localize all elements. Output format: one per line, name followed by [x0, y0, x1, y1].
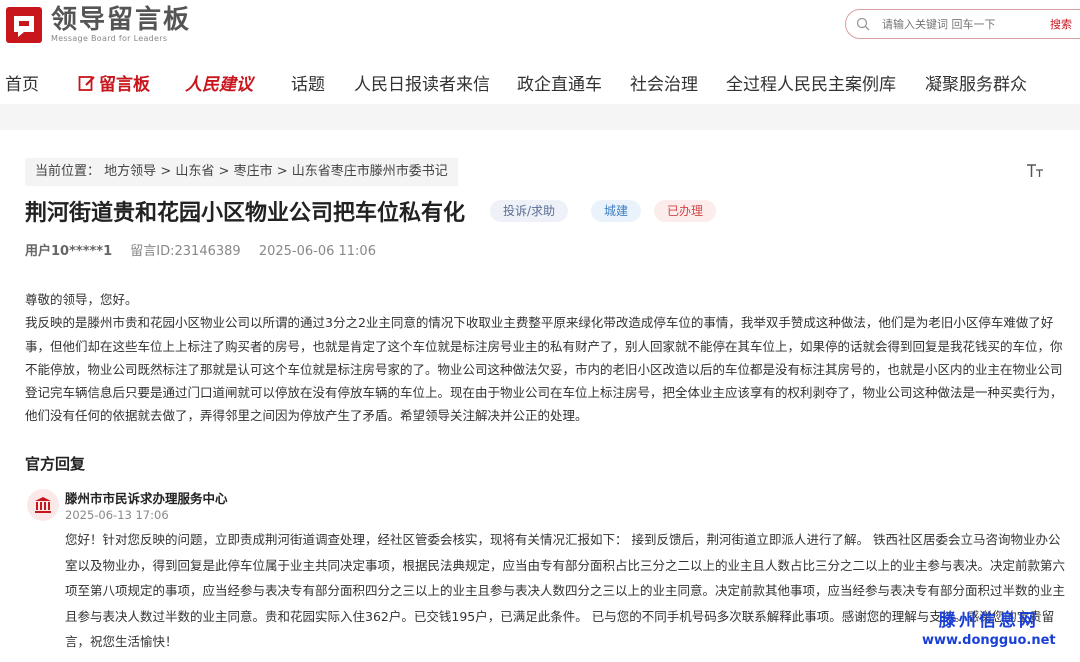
government-building-icon: [35, 497, 51, 513]
nav-item-democracy-cases[interactable]: 全过程人民民主案例库: [726, 70, 896, 95]
site-watermark: 滕州信息网 www.dongguo.net: [922, 610, 1056, 650]
search-input[interactable]: [880, 16, 1044, 32]
nav-item-reader-letters[interactable]: 人民日报读者来信: [354, 70, 490, 95]
reply-content: 您好！针对您反映的问题，立即责成荆河街道调查处理，经社区管委会核实，现将有关情况…: [65, 532, 1066, 649]
logo-title: 领导留言板: [51, 5, 192, 35]
reply-date: 2025-06-13 17:06: [65, 508, 169, 522]
breadcrumb-separator: >: [160, 164, 172, 179]
logo-subtitle: Message Board for Leaders: [51, 34, 168, 43]
logo-icon: [6, 7, 42, 43]
status-badge: 已办理: [654, 200, 717, 222]
nav-item-gov-enterprise[interactable]: 政企直通车: [517, 70, 602, 95]
logo-text: 领导留言板 Message Board for Leaders: [51, 6, 191, 44]
site-header: 领导留言板 Message Board for Leaders 搜索: [0, 0, 1080, 55]
message-date: 2025-06-06 11:06: [258, 244, 376, 259]
edit-icon: [78, 76, 95, 91]
breadcrumb-item[interactable]: 山东省: [175, 164, 214, 179]
message-greeting: 尊敬的领导，您好。: [25, 292, 138, 307]
nav-item-message-board[interactable]: 留言板: [78, 70, 150, 95]
message-meta: 用户10*****1 留言ID:23146389 2025-06-06 11:0…: [25, 240, 376, 259]
main-nav: 首页 留言板 人民建议 话题 人民日报读者来信 政企直通车 社会治理 全过程人民…: [0, 58, 1080, 104]
breadcrumb: 当前位置： 地方领导 > 山东省 > 枣庄市 > 山东省枣庄市滕州市委书记: [25, 158, 458, 186]
field-tag[interactable]: 城建: [591, 200, 642, 222]
search-button[interactable]: 搜索: [1050, 16, 1072, 32]
message-title: 荆河街道贵和花园小区物业公司把车位私有化: [25, 201, 466, 226]
search-box: 搜索: [845, 9, 1080, 39]
message-id: 留言ID:23146389: [130, 244, 241, 259]
category-tag[interactable]: 投诉/求助: [490, 200, 569, 222]
breadcrumb-separator: >: [218, 164, 230, 179]
nav-item-people-suggestion[interactable]: 人民建议: [185, 70, 253, 95]
reply-department: 滕州市市民诉求办理服务中心: [65, 491, 228, 506]
font-size-icon[interactable]: [1026, 163, 1044, 183]
message-content: 我反映的是滕州市贵和花园小区物业公司以所谓的通过3分之2业主同意的情况下收取业主…: [25, 315, 1063, 424]
search-icon: [856, 17, 870, 31]
section-divider: [0, 104, 1080, 130]
watermark-url: www.dongguo.net: [922, 633, 1056, 648]
watermark-name: 滕州信息网: [938, 611, 1039, 631]
breadcrumb-item[interactable]: 地方领导: [104, 164, 156, 179]
breadcrumb-item[interactable]: 山东省枣庄市滕州市委书记: [292, 164, 448, 179]
message-user: 用户10*****1: [25, 244, 113, 259]
breadcrumb-prefix: 当前位置：: [35, 164, 101, 179]
nav-item-topics[interactable]: 话题: [291, 70, 325, 95]
nav-item-label: 留言板: [99, 75, 150, 95]
site-logo[interactable]: 领导留言板 Message Board for Leaders: [5, 6, 191, 44]
nav-item-social-governance[interactable]: 社会治理: [630, 70, 698, 95]
breadcrumb-separator: >: [276, 164, 288, 179]
breadcrumb-item[interactable]: 枣庄市: [234, 164, 273, 179]
nav-item-serve-people[interactable]: 凝聚服务群众: [925, 70, 1027, 95]
department-avatar: [27, 489, 59, 521]
nav-item-home[interactable]: 首页: [5, 70, 39, 95]
message-body: 尊敬的领导，您好。 我反映的是滕州市贵和花园小区物业公司以所谓的通过3分之2业主…: [25, 288, 1071, 428]
reply-heading: 官方回复: [25, 455, 86, 473]
